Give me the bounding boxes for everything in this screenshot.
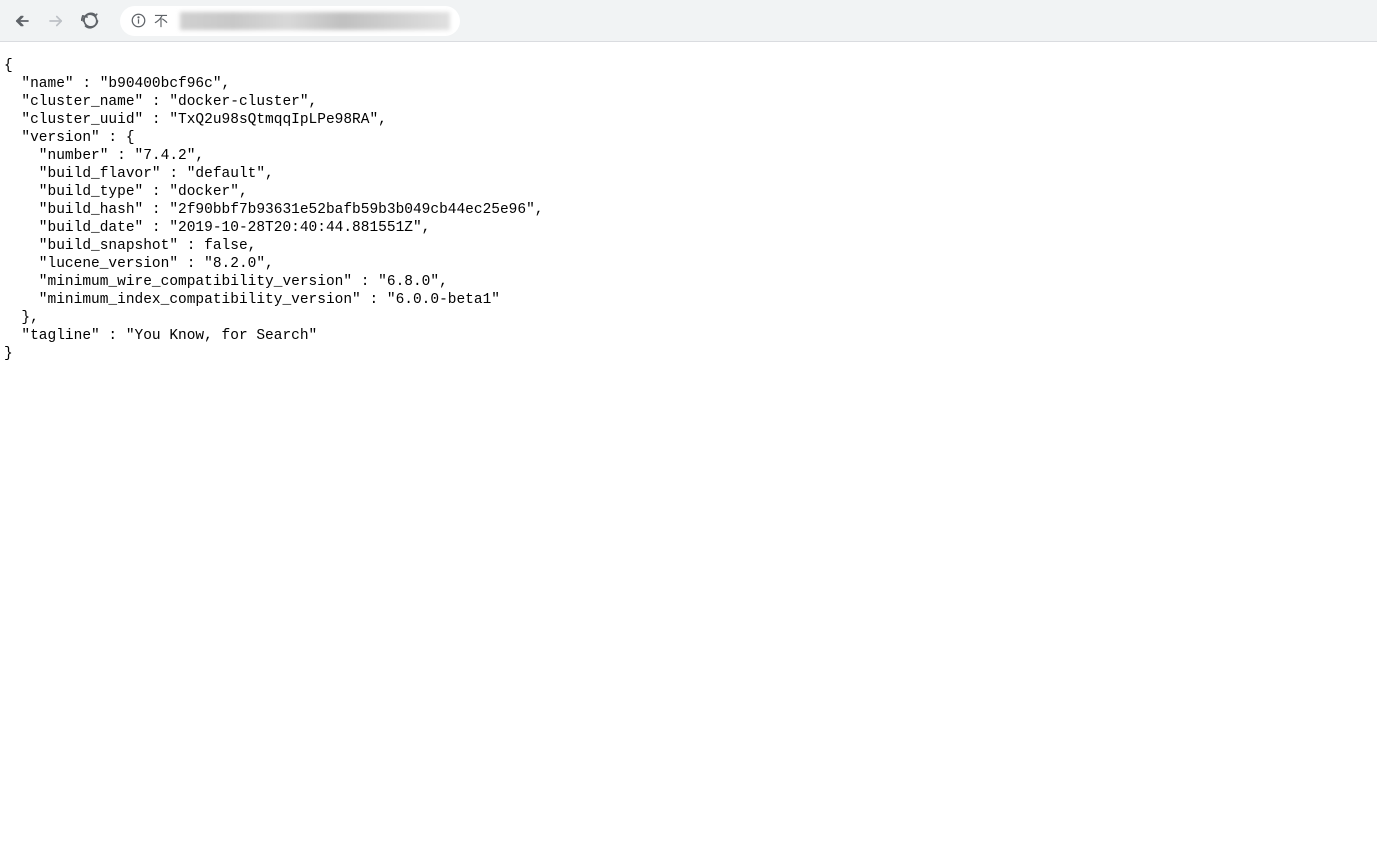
back-button[interactable] [8, 7, 36, 35]
json-line: "minimum_wire_compatibility_version" : "… [4, 274, 448, 290]
page-content: { "name" : "b90400bcf96c", "cluster_name… [0, 42, 1377, 367]
json-line: { [4, 58, 13, 74]
json-line: "version" : { [4, 130, 135, 146]
arrow-left-icon [13, 12, 31, 30]
json-line: }, [4, 310, 39, 326]
json-line: } [4, 346, 13, 362]
json-line: "build_type" : "docker", [4, 184, 248, 200]
json-line: "cluster_uuid" : "TxQ2u98sQtmqqIpLPe98RA… [4, 112, 387, 128]
json-line: "build_date" : "2019-10-28T20:40:44.8815… [4, 220, 430, 236]
address-bar[interactable]: 不 [120, 6, 460, 36]
reload-button[interactable] [76, 7, 104, 35]
reload-icon [81, 12, 99, 30]
browser-toolbar: 不 [0, 0, 1377, 42]
json-line: "build_flavor" : "default", [4, 166, 274, 182]
arrow-right-icon [47, 12, 65, 30]
json-line: "lucene_version" : "8.2.0", [4, 256, 274, 272]
json-line: "name" : "b90400bcf96c", [4, 76, 230, 92]
json-response: { "name" : "b90400bcf96c", "cluster_name… [4, 58, 1373, 363]
json-line: "number" : "7.4.2", [4, 148, 204, 164]
json-line: "cluster_name" : "docker-cluster", [4, 94, 317, 110]
forward-button[interactable] [42, 7, 70, 35]
json-line: "build_snapshot" : false, [4, 238, 256, 254]
json-line: "tagline" : "You Know, for Search" [4, 328, 317, 344]
info-icon [130, 13, 146, 29]
json-line: "minimum_index_compatibility_version" : … [4, 292, 500, 308]
address-security-label: 不 [154, 11, 168, 31]
address-url-blurred [180, 12, 450, 30]
json-line: "build_hash" : "2f90bbf7b93631e52bafb59b… [4, 202, 544, 218]
